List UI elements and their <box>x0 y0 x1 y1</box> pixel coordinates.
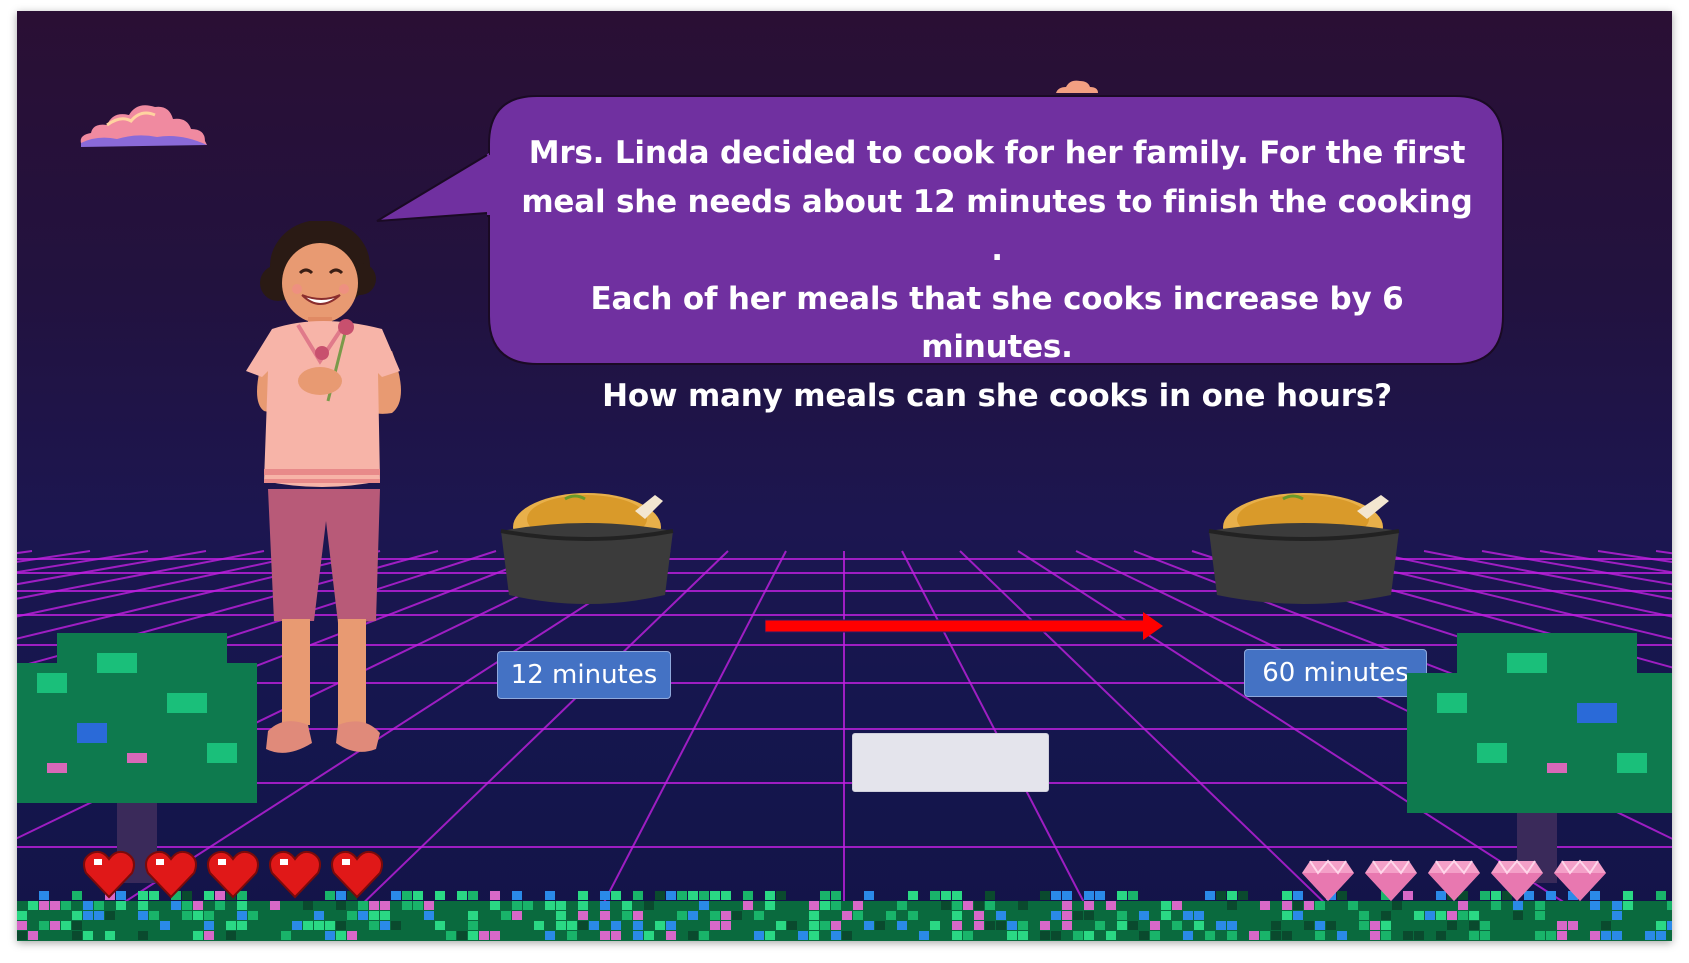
answer-input[interactable] <box>852 733 1049 792</box>
heart-icon <box>145 850 197 899</box>
heart-icon <box>331 850 383 899</box>
start-time-label: 12 minutes <box>497 651 671 699</box>
progress-arrow <box>765 612 1163 640</box>
gem-icon <box>1302 859 1354 901</box>
question-line-1: Mrs. Linda decided to cook for her famil… <box>528 135 1466 171</box>
gem-icon <box>1554 859 1606 901</box>
gem-icon <box>1428 859 1480 901</box>
heart-icon <box>83 850 135 899</box>
roast-chicken-pot-right <box>1208 493 1400 604</box>
game-stage: Mrs. Linda decided to cook for her famil… <box>17 11 1672 941</box>
question-line-2: meal she needs about 12 minutes to finis… <box>521 183 1473 269</box>
roast-chicken-pot-left <box>500 493 674 604</box>
heart-icon <box>269 850 321 899</box>
pixel-tree-left <box>17 633 257 883</box>
cloud-small <box>1056 80 1098 93</box>
gem-icon <box>1491 859 1543 901</box>
question-line-3: Each of her meals that she cooks increas… <box>590 280 1404 366</box>
pixel-tree-right <box>1407 633 1672 883</box>
cloud-left <box>80 105 207 147</box>
heart-icon <box>207 850 259 899</box>
speech-bubble-tail <box>376 153 489 222</box>
question-text: Mrs. Linda decided to cook for her famil… <box>517 129 1477 420</box>
gems-bar <box>1300 859 1640 909</box>
gem-icon <box>1365 859 1417 901</box>
lives-bar <box>82 849 402 909</box>
question-line-4: How many meals can she cooks in one hour… <box>602 377 1392 414</box>
